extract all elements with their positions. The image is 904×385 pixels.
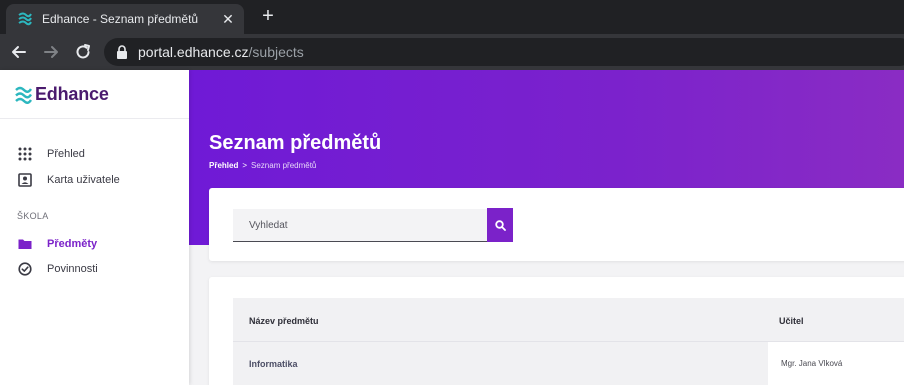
sidebar-item-karta-uzivatele[interactable]: Karta uživatele [18, 173, 120, 187]
subjects-table: Název předmětu Učitel Informatika Mgr. J… [209, 277, 904, 385]
edhance-logo-icon [15, 86, 32, 104]
url-path: /subjects [248, 44, 304, 60]
table-header: Název předmětu Učitel [233, 298, 904, 342]
close-tab-icon[interactable]: ✕ [220, 11, 236, 27]
search-icon [494, 219, 506, 231]
browser-tab-bar: Edhance - Seznam předmětů ✕ + [0, 0, 904, 34]
back-arrow-icon[interactable] [8, 41, 30, 63]
sidebar-item-label: Přehled [47, 148, 85, 160]
column-header-ucitel[interactable]: Učitel [779, 316, 804, 326]
breadcrumb-current: Seznam předmětů [251, 161, 317, 170]
browser-toolbar: portal.edhance.cz/subjects [0, 34, 904, 70]
user-card-icon [18, 173, 32, 187]
sidebar-item-povinnosti[interactable]: Povinnosti [18, 262, 98, 276]
logo[interactable]: Edhance [15, 84, 109, 105]
folder-icon [18, 239, 32, 249]
logo-text: Edhance [35, 84, 109, 104]
browser-tab-title: Edhance - Seznam předmětů [42, 12, 199, 26]
teacher-name: Mgr. Jana Vlková [781, 359, 843, 368]
grid-icon [18, 147, 32, 161]
search-input[interactable] [233, 209, 487, 242]
breadcrumb-separator: > [242, 161, 248, 170]
check-circle-icon [18, 262, 32, 276]
forward-arrow-icon[interactable] [40, 41, 62, 63]
reload-icon[interactable] [72, 41, 94, 63]
lock-icon [117, 45, 127, 59]
breadcrumb-link-prehled[interactable]: Přehled [209, 161, 238, 170]
sidebar: Edhance Přehled Karta uživatele ŠKOLA Př… [0, 70, 189, 385]
sidebar-item-label: Karta uživatele [47, 174, 120, 186]
subject-name[interactable]: Informatika [249, 359, 298, 369]
search-card [209, 188, 904, 261]
breadcrumb: Přehled > Seznam předmětů [209, 161, 316, 170]
url-host: portal.edhance.cz [138, 44, 249, 60]
section-label-skola: ŠKOLA [17, 211, 49, 221]
subject-name-cell: Informatika [233, 342, 768, 385]
page-title: Seznam předmětů [209, 132, 382, 154]
table-row[interactable]: Informatika Mgr. Jana Vlková [233, 342, 904, 385]
browser-tab[interactable]: Edhance - Seznam předmětů ✕ [6, 4, 244, 34]
divider [0, 118, 189, 119]
edhance-favicon-icon [18, 12, 32, 26]
column-header-nazev[interactable]: Název předmětu [249, 316, 319, 326]
sidebar-item-prehled[interactable]: Přehled [18, 147, 85, 161]
address-bar[interactable]: portal.edhance.cz/subjects [104, 38, 904, 66]
sidebar-item-label: Předměty [47, 238, 98, 250]
new-tab-icon[interactable]: + [258, 6, 278, 26]
search-button[interactable] [487, 208, 513, 242]
sidebar-item-predmety[interactable]: Předměty [18, 237, 97, 251]
sidebar-item-label: Povinnosti [47, 263, 98, 275]
